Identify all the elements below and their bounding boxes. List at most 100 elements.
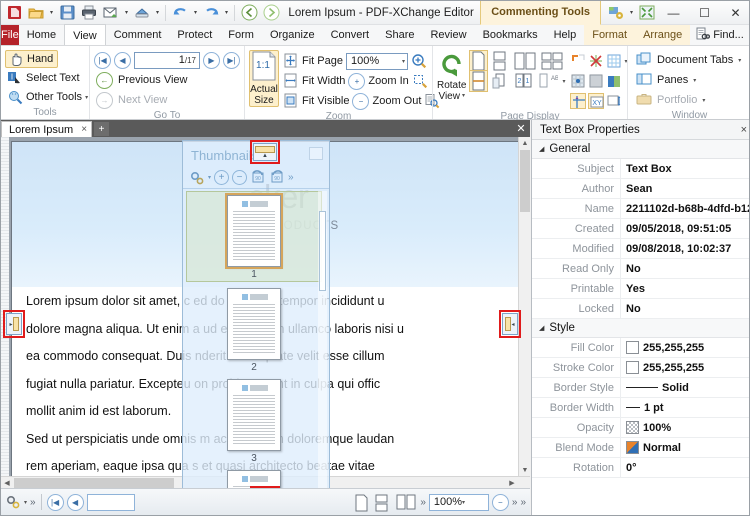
- property-value-cell[interactable]: 255,255,255: [620, 337, 749, 358]
- forward-icon[interactable]: [260, 2, 282, 24]
- email-icon[interactable]: [100, 2, 122, 24]
- email-dropdown-icon[interactable]: ▾: [122, 2, 131, 24]
- scan-icon[interactable]: [131, 2, 153, 24]
- snap-to-grid-icon[interactable]: [570, 73, 586, 89]
- property-value-cell[interactable]: Solid: [620, 377, 749, 398]
- rotate-right-icon[interactable]: 90: [269, 169, 285, 186]
- pane-collapse-top-button[interactable]: ▲: [253, 143, 277, 161]
- property-row-subject[interactable]: Subject Text Box: [532, 158, 749, 179]
- open-dropdown-icon[interactable]: ▾: [47, 2, 56, 24]
- zoom-in-button[interactable]: +: [348, 72, 366, 90]
- status-overflow-button[interactable]: »: [520, 497, 526, 508]
- property-value[interactable]: No: [620, 298, 749, 319]
- transparency-grid-icon[interactable]: [588, 73, 604, 89]
- save-icon[interactable]: [56, 2, 78, 24]
- property-value-cell[interactable]: 100%: [620, 417, 749, 438]
- two-pages-continuous-icon[interactable]: [540, 51, 564, 71]
- scrollbar-thumb[interactable]: [520, 150, 530, 212]
- undo-icon[interactable]: [169, 2, 191, 24]
- property-value[interactable]: No: [620, 258, 749, 279]
- thumbnail-page-1[interactable]: 1: [186, 191, 322, 282]
- chevron-down-icon[interactable]: ▾: [24, 499, 27, 506]
- chevron-down-icon[interactable]: ▾: [562, 78, 565, 85]
- pane-expand-right-button[interactable]: ◂: [502, 313, 518, 335]
- zoom-tool-icon[interactable]: [411, 53, 427, 69]
- next-page-button[interactable]: ▶: [203, 51, 220, 69]
- status-gear-icon[interactable]: [5, 494, 21, 510]
- property-row-read-only[interactable]: Read Only No: [532, 258, 749, 279]
- property-value-cell[interactable]: Normal: [620, 437, 749, 458]
- chevron-down-icon[interactable]: ▾: [402, 58, 405, 65]
- page-transitions-icon[interactable]: [491, 71, 511, 91]
- tab-bookmarks[interactable]: Bookmarks: [475, 25, 546, 45]
- property-value[interactable]: Sean: [620, 178, 749, 199]
- close-icon[interactable]: ×: [741, 124, 747, 136]
- split-view-icon[interactable]: [469, 70, 489, 92]
- property-row-rotation[interactable]: Rotation 0°: [532, 457, 749, 478]
- property-value[interactable]: 09/05/2018, 09:51:05: [620, 218, 749, 239]
- status-prev-page-button[interactable]: ◀: [66, 493, 84, 511]
- close-icon[interactable]: ×: [81, 124, 87, 135]
- actual-size-button[interactable]: 1:1 Actual Size: [249, 50, 279, 107]
- fullscreen-icon[interactable]: [636, 2, 658, 24]
- status-zoom-more-button[interactable]: »: [512, 497, 518, 508]
- undo-dropdown-icon[interactable]: ▾: [191, 2, 200, 24]
- tab-arrange[interactable]: Arrange: [635, 25, 691, 45]
- coordinates-icon[interactable]: XY: [588, 93, 605, 109]
- scroll-right-icon[interactable]: ▶: [506, 477, 518, 488]
- property-row-created[interactable]: Created 09/05/2018, 09:51:05: [532, 218, 749, 239]
- rotate-left-icon[interactable]: 90: [250, 169, 266, 186]
- thumbnails-more-button[interactable]: »: [288, 172, 294, 183]
- status-zoom-combo[interactable]: 100% ▾: [428, 493, 489, 511]
- grid-icon[interactable]: [606, 53, 622, 69]
- chevron-down-icon[interactable]: ▾: [208, 174, 211, 181]
- customize-toolbar-icon[interactable]: [605, 2, 627, 24]
- thumbnail-page-2[interactable]: 2: [186, 288, 322, 373]
- page-number-input[interactable]: 1/17: [134, 51, 200, 69]
- scrollbar-thumb[interactable]: [319, 211, 326, 291]
- property-row-printable[interactable]: Printable Yes: [532, 278, 749, 299]
- redo-dropdown-icon[interactable]: ▾: [222, 2, 231, 24]
- zoom-out-button[interactable]: −: [352, 92, 370, 110]
- color-swatch[interactable]: [626, 361, 639, 374]
- scan-dropdown-icon[interactable]: ▾: [153, 2, 162, 24]
- last-page-button[interactable]: ▶|: [223, 51, 240, 69]
- property-row-author[interactable]: Author Sean: [532, 178, 749, 199]
- tool-hand-button[interactable]: Hand: [5, 50, 59, 68]
- status-two-pages-icon[interactable]: [395, 494, 417, 510]
- zoom-marquee-icon[interactable]: [412, 73, 428, 89]
- tab-protect[interactable]: Protect: [169, 25, 220, 45]
- find-button[interactable]: Find...: [690, 27, 749, 44]
- property-row-fill-color[interactable]: Fill Color 255,255,255: [532, 337, 749, 358]
- property-row-locked[interactable]: Locked No: [532, 298, 749, 319]
- back-icon[interactable]: [238, 2, 260, 24]
- tab-convert[interactable]: Convert: [323, 25, 378, 45]
- close-all-documents-button[interactable]: ✕: [512, 120, 530, 137]
- thumbnail-page-3[interactable]: 3: [186, 379, 322, 464]
- property-value-cell[interactable]: 1 pt: [620, 397, 749, 418]
- rtl-page-order-icon[interactable]: ABC: [537, 71, 564, 91]
- first-page-button[interactable]: |◀: [94, 51, 111, 69]
- thumbnail-zoom-in-button[interactable]: +: [214, 170, 230, 185]
- next-view-button[interactable]: → Next View: [94, 91, 167, 109]
- open-icon[interactable]: [25, 2, 47, 24]
- chevron-down-icon[interactable]: ▾: [738, 57, 741, 64]
- minimize-button[interactable]: —: [658, 1, 689, 25]
- tab-comment[interactable]: Comment: [106, 25, 170, 45]
- thumbnail-list[interactable]: 1 2 3 4: [186, 191, 322, 511]
- property-value[interactable]: 0°: [620, 457, 749, 478]
- portfolio-button[interactable]: Portfolio ▾: [636, 91, 705, 109]
- customize-dropdown-icon[interactable]: ▾: [627, 2, 636, 24]
- property-row-modified[interactable]: Modified 09/08/2018, 10:02:37: [532, 238, 749, 259]
- thumbnail-zoom-out-button[interactable]: −: [232, 170, 248, 185]
- close-button[interactable]: ✕: [720, 1, 749, 25]
- status-more-button[interactable]: »: [30, 497, 36, 508]
- property-value-cell[interactable]: 255,255,255: [620, 357, 749, 378]
- chevron-down-icon[interactable]: ▾: [693, 77, 696, 84]
- previous-view-button[interactable]: ← Previous View: [94, 71, 188, 89]
- property-row-border-width[interactable]: Border Width 1 pt: [532, 397, 749, 418]
- property-value[interactable]: Text Box: [620, 158, 749, 179]
- color-swatch[interactable]: [626, 341, 639, 354]
- property-value[interactable]: Yes: [620, 278, 749, 299]
- status-page-layout-more-button[interactable]: »: [420, 497, 426, 508]
